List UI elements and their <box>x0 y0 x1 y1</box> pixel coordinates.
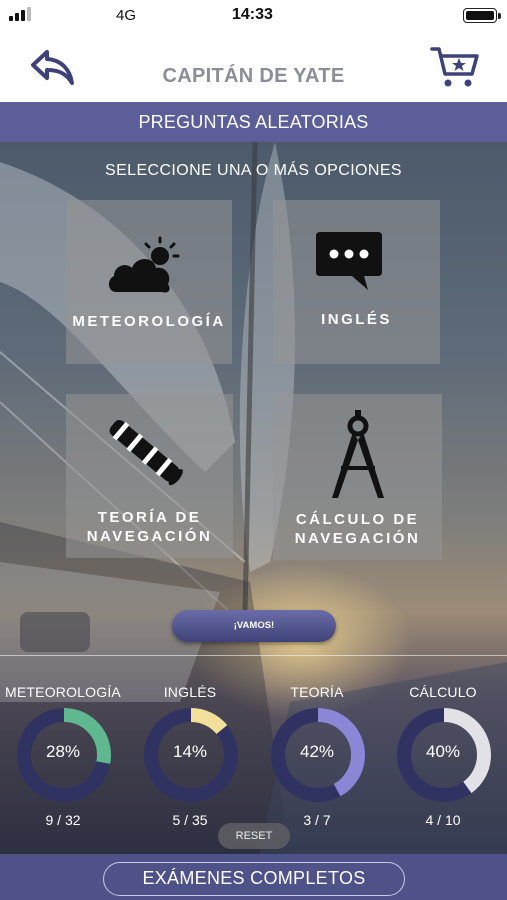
bottom-bar: EXÁMENES COMPLETOS <box>0 854 507 900</box>
telescope-icon <box>109 419 183 486</box>
stat-title: METEOROLOGÍA <box>5 684 121 700</box>
clock: 14:33 <box>232 6 273 23</box>
option-ingles[interactable]: INGLÉS <box>273 200 440 364</box>
cloud-sun-icon <box>108 236 180 293</box>
battery-icon <box>463 8 501 23</box>
cart-star-icon <box>430 47 479 87</box>
stat-title: CÁLCULO <box>409 684 477 700</box>
option-calculo-navegacion[interactable]: CÁLCULO DE NAVEGACIÓN <box>273 394 442 560</box>
divider <box>0 655 507 656</box>
stat-teoria: TEORÍA 42% 3 / 7 <box>254 684 380 828</box>
status-bar: 4G 14:33 <box>0 0 507 30</box>
stat-count: 9 / 32 <box>45 812 81 828</box>
stat-meteorologia: METEOROLOGÍA 28% 9 / 32 <box>0 684 126 828</box>
stat-percent: 14% <box>172 742 208 761</box>
option-teoria-navegacion[interactable]: TEORÍA DE NAVEGACIÓN <box>66 394 233 558</box>
stat-percent: 40% <box>425 742 461 761</box>
option-label-line1: CÁLCULO DE <box>295 511 420 528</box>
stat-count: 4 / 10 <box>425 812 461 828</box>
chat-bubble-icon <box>316 232 382 290</box>
option-label: INGLÉS <box>321 311 392 328</box>
cart-button[interactable] <box>430 44 480 90</box>
option-label-line2: NAVEGACIÓN <box>86 528 213 545</box>
main-panel: SELECCIONE UNA O MÁS OPCIONES METEOROLOG… <box>0 142 507 854</box>
full-exams-button[interactable]: EXÁMENES COMPLETOS <box>103 862 405 896</box>
signal-icon <box>9 7 33 21</box>
instruction-text: SELECCIONE UNA O MÁS OPCIONES <box>105 162 402 179</box>
stat-ingles: INGLÉS 14% 5 / 35 <box>127 684 253 828</box>
stat-percent: 42% <box>299 742 335 761</box>
stat-percent: 28% <box>45 742 81 761</box>
section-title: PREGUNTAS ALEATORIAS <box>0 102 507 142</box>
stat-calculo: CÁLCULO 40% 4 / 10 <box>380 684 506 828</box>
option-meteorologia[interactable]: METEOROLOGÍA <box>66 200 232 364</box>
network-type: 4G <box>116 7 137 24</box>
stat-title: TEORÍA <box>290 684 344 700</box>
option-label-line1: TEORÍA DE <box>97 509 202 526</box>
reset-button[interactable]: RESET <box>218 823 290 849</box>
go-button[interactable]: ¡VAMOS! <box>172 610 336 642</box>
option-label-line2: NAVEGACIÓN <box>294 530 421 547</box>
stat-title: INGLÉS <box>163 684 217 700</box>
option-label: METEOROLOGÍA <box>72 313 226 330</box>
app-header: CAPITÁN DE YATE <box>0 30 507 102</box>
compass-divider-icon <box>332 410 384 498</box>
